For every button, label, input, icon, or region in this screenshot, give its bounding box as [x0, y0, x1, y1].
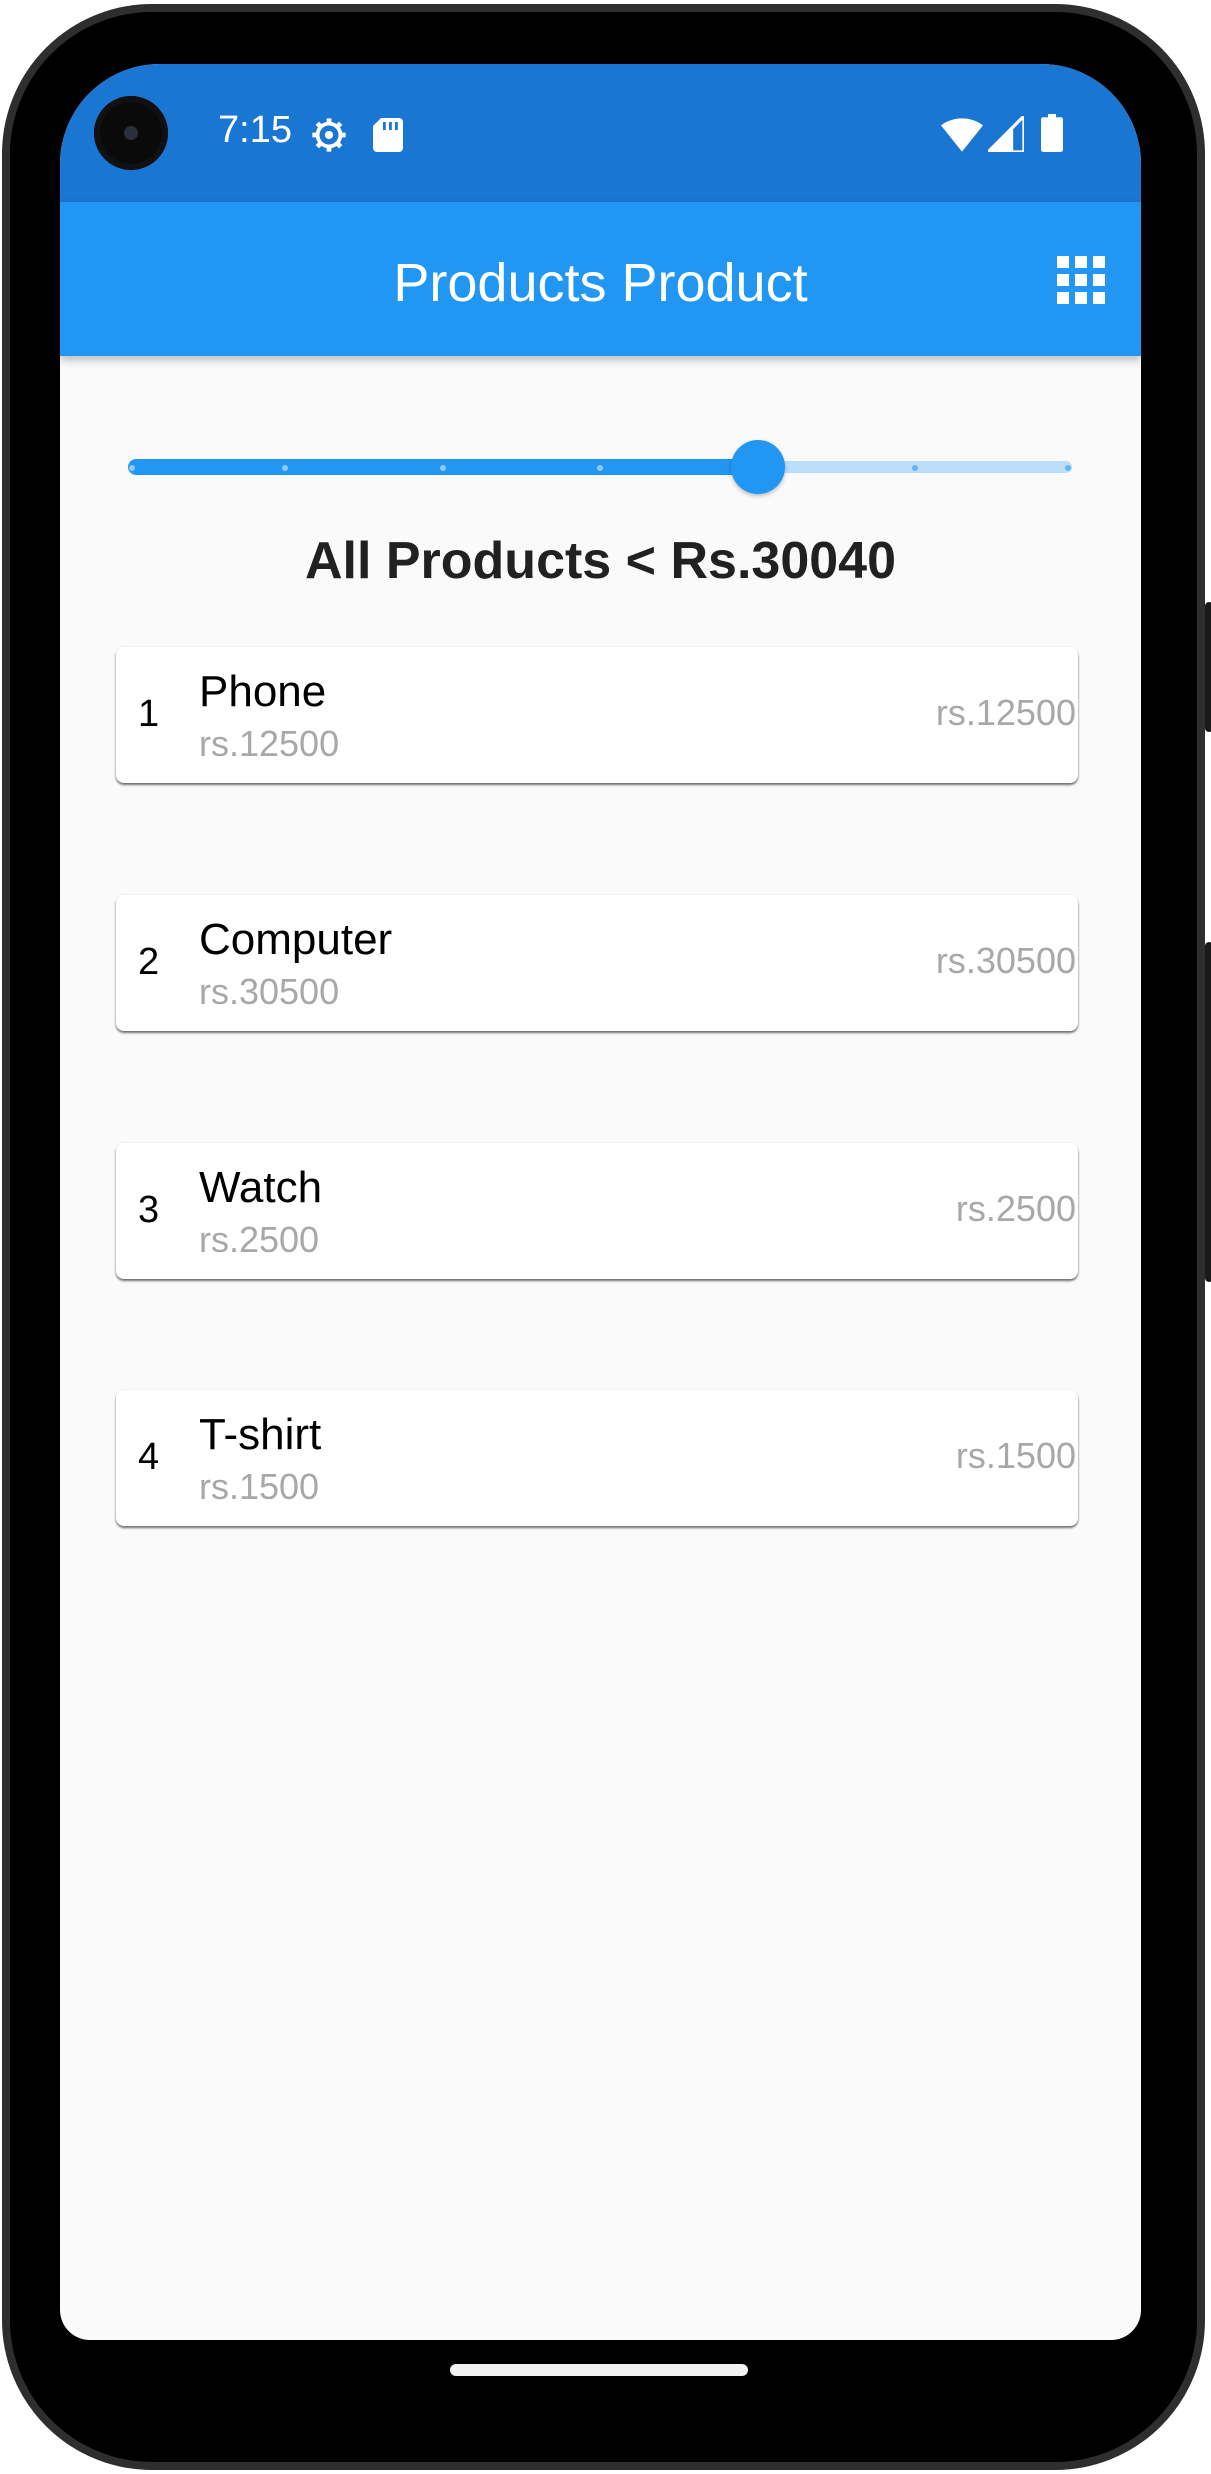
page-title: Products Product [393, 253, 808, 313]
volume-button [1205, 942, 1211, 1282]
product-name: Phone [199, 667, 327, 716]
sd-card-icon [373, 118, 403, 152]
product-subtitle: rs.12500 [199, 723, 340, 764]
product-subtitle: rs.1500 [199, 1466, 320, 1507]
product-card-watch[interactable]: 3 Watch rs.2500 rs.2500 [116, 1143, 1078, 1279]
slider-tick [282, 465, 288, 471]
product-index: 3 [138, 1189, 160, 1231]
front-camera-icon [94, 96, 168, 170]
product-price: rs.12500 [935, 692, 1076, 733]
settings-gear-icon [312, 118, 346, 152]
price-slider[interactable] [128, 440, 1072, 494]
status-bar: 7:15 [60, 64, 1141, 202]
grid-view-icon[interactable] [1057, 256, 1105, 304]
product-name: T-shirt [199, 1410, 322, 1459]
product-price: rs.1500 [955, 1435, 1076, 1476]
product-index: 2 [138, 941, 160, 983]
product-index: 1 [138, 693, 160, 735]
slider-tick [912, 465, 918, 471]
power-button [1205, 602, 1211, 732]
product-subtitle: rs.30500 [199, 971, 340, 1012]
product-name: Computer [199, 915, 393, 964]
product-subtitle: rs.2500 [199, 1219, 320, 1260]
product-card-phone[interactable]: 1 Phone rs.12500 rs.12500 [116, 647, 1078, 783]
slider-tick [1065, 465, 1071, 471]
slider-tick [129, 465, 135, 471]
product-name: Watch [199, 1163, 323, 1212]
products-heading: All Products < Rs.30040 [304, 532, 897, 590]
product-price: rs.2500 [955, 1188, 1076, 1229]
product-price: rs.30500 [935, 940, 1076, 981]
app-bar: Products Product [60, 202, 1141, 356]
product-index: 4 [138, 1436, 160, 1478]
status-time: 7:15 [218, 109, 292, 151]
slider-thumb[interactable] [731, 440, 785, 494]
slider-tick [440, 465, 446, 471]
product-card-computer[interactable]: 2 Computer rs.30500 rs.30500 [116, 895, 1078, 1031]
product-card-tshirt[interactable]: 4 T-shirt rs.1500 rs.1500 [116, 1390, 1078, 1526]
home-indicator[interactable] [450, 2364, 748, 2376]
battery-icon [1041, 114, 1063, 152]
wifi-icon [941, 118, 983, 152]
slider-tick [597, 465, 603, 471]
app-screen: 7:15 Products Product All Products < Rs.… [60, 64, 1141, 2340]
signal-icon [988, 116, 1024, 152]
